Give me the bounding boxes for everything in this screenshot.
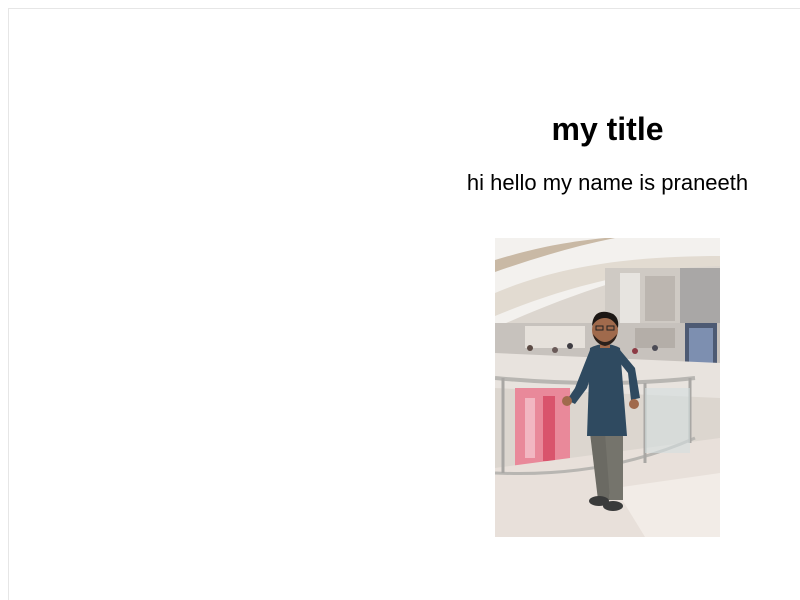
- profile-photo: [495, 238, 720, 537]
- page-title: my title: [551, 111, 664, 147]
- intro-text: hi hello my name is praneeth: [466, 170, 749, 195]
